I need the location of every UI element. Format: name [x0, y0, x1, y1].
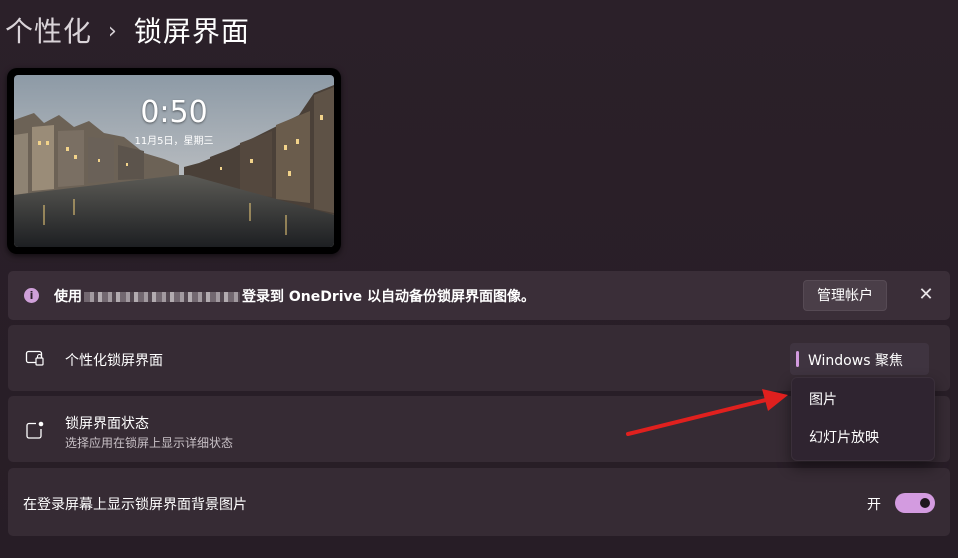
info-icon: i: [24, 288, 39, 303]
signin-background-row: 在登录屏幕上显示锁屏界面背景图片: [8, 468, 950, 536]
red-arrow-annotation: [626, 389, 788, 436]
onedrive-banner-text: 使用 登录到 OneDrive 以自动备份锁屏界面图像。: [54, 286, 535, 306]
app-status-icon: [26, 421, 44, 439]
breadcrumb: 个性化 › 锁屏界面: [5, 12, 250, 52]
lock-screen-type-select[interactable]: Windows 聚焦: [790, 343, 929, 375]
banner-text-suffix: 登录到 OneDrive 以自动备份锁屏界面图像。: [242, 289, 536, 305]
redacted-account: [84, 292, 240, 302]
banner-text-prefix: 使用: [54, 289, 82, 305]
menu-item-slideshow[interactable]: 幻灯片放映: [809, 427, 879, 447]
preview-time: 0:50: [140, 95, 208, 130]
breadcrumb-personalization[interactable]: 个性化: [5, 12, 92, 52]
lock-screen-settings-page: 个性化 › 锁屏界面 0:50 11月5日，星期三 i 使用 登录到 OneDr…: [0, 0, 958, 558]
personalize-lock-screen-title: 个性化锁屏界面: [65, 353, 163, 369]
onedrive-backup-banner: i 使用 登录到 OneDrive 以自动备份锁屏界面图像。 管理帐户 ✕: [8, 271, 950, 320]
lock-screen-status-subtitle: 选择应用在锁屏上显示详细状态: [65, 436, 234, 450]
lock-screen-preview-image: 0:50 11月5日，星期三: [14, 75, 334, 247]
selected-option-windows-spotlight[interactable]: Windows 聚焦: [808, 350, 903, 370]
lock-screen-preview: 0:50 11月5日，星期三: [7, 68, 341, 254]
toggle-state-label: 开: [867, 497, 881, 513]
page-title: 锁屏界面: [133, 15, 250, 48]
close-icon[interactable]: ✕: [914, 283, 938, 307]
toggle-knob: [920, 498, 930, 508]
selected-indicator: [796, 351, 799, 367]
chevron-right-icon: ›: [108, 19, 118, 44]
preview-date: 11月5日，星期三: [134, 136, 214, 147]
manage-account-button[interactable]: 管理帐户: [803, 280, 887, 311]
signin-background-toggle[interactable]: [895, 493, 935, 513]
lock-screen-type-menu: 图片 幻灯片放映: [791, 377, 935, 461]
signin-background-title: 在登录屏幕上显示锁屏界面背景图片: [23, 497, 247, 513]
menu-item-picture[interactable]: 图片: [809, 389, 837, 409]
lock-screen-display-icon: [25, 350, 44, 366]
lock-screen-status-title: 锁屏界面状态: [65, 416, 149, 432]
